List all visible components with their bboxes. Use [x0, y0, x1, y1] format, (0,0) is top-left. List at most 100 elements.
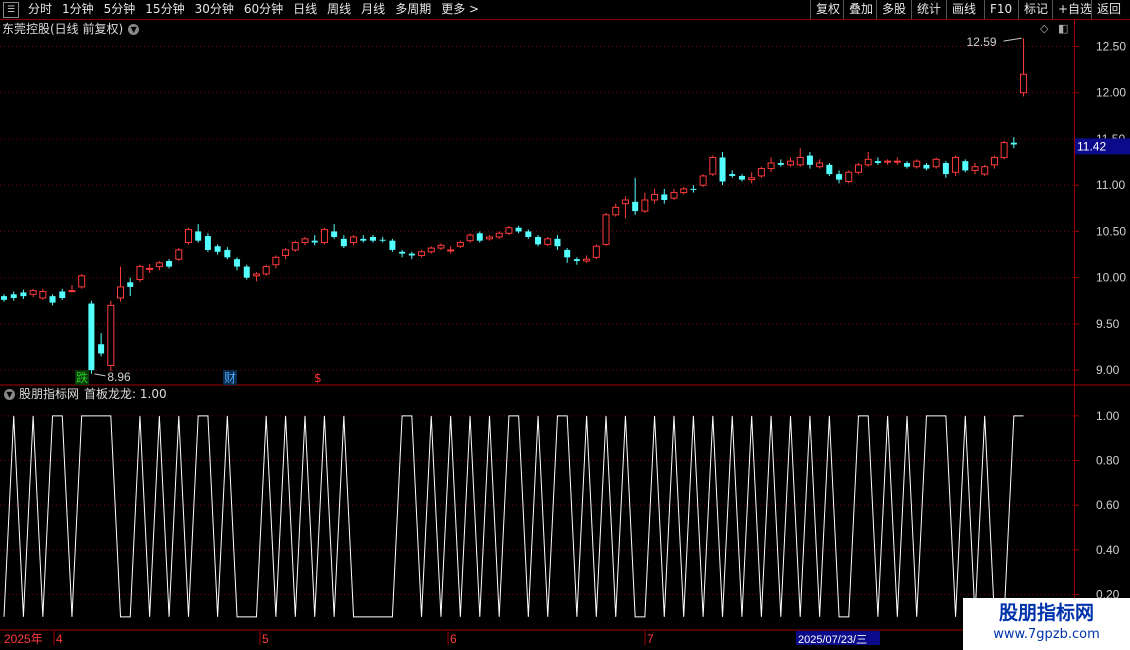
price-tick-label: 12.50 [1096, 39, 1126, 53]
watermark: 股朋指标网 www.7gpzb.com [963, 598, 1130, 650]
candle-body-down [806, 155, 813, 165]
date-cursor-label: 2025/07/23/三 [798, 634, 867, 646]
candle-body-down [360, 238, 367, 241]
candle-body-up [282, 249, 290, 256]
candle-body-up [252, 273, 260, 277]
candle-body-up [709, 156, 717, 175]
candle-body-up [612, 206, 620, 216]
candle-body-down [59, 291, 66, 299]
candle-body-up [301, 238, 309, 244]
candle-body-down [224, 249, 231, 258]
candle-body-up [78, 275, 86, 288]
candle-body-up [117, 286, 125, 299]
candle-body-up [583, 258, 591, 262]
candle-body-up [952, 156, 960, 173]
candle-body-down [525, 231, 532, 237]
candle-body-down [340, 238, 347, 247]
candle-body-up [175, 249, 183, 260]
candle-body-up [602, 214, 610, 245]
candle-body-up [990, 156, 998, 166]
candle-body-up [757, 168, 765, 177]
month-label: 4 [56, 632, 63, 646]
candle-body-up [39, 291, 47, 299]
candle-body-up [107, 304, 115, 367]
diamond-icon[interactable]: ◇ [1040, 22, 1048, 35]
max-arrow [1003, 37, 1022, 42]
candle-body-up [787, 160, 795, 166]
kline-chart: 9.009.5010.0010.5011.0011.5012.0012.500.… [0, 35, 1130, 646]
min-arrow [94, 373, 106, 377]
candle-body-down [369, 236, 376, 241]
candle-body-up [592, 245, 600, 258]
candle-body-up [418, 251, 426, 256]
candle-body-down [962, 161, 969, 171]
candle-body-up [680, 188, 688, 194]
candle-body-up [767, 162, 775, 170]
candle-body-down [826, 164, 833, 175]
price-tick-label: 9.50 [1096, 317, 1120, 331]
chart-tools: ◇ ◧ [1040, 22, 1068, 35]
candle-body-up [913, 160, 921, 168]
candle-body-up [796, 156, 804, 166]
candle-body-down [573, 259, 580, 262]
month-label: 6 [450, 632, 457, 646]
month-label: 7 [647, 632, 654, 646]
candle-body-down [10, 294, 17, 299]
indicator-tick-label: 0.40 [1096, 543, 1120, 557]
price-tick-label: 11.00 [1096, 178, 1125, 192]
event-marker: 财 [224, 371, 236, 385]
candle-body-up [29, 290, 37, 295]
min-price-label: 8.96 [107, 370, 131, 384]
candle-body-up [437, 244, 445, 249]
candle-body-down [20, 292, 27, 297]
candle-body-down [777, 163, 784, 165]
stock-title-text: 东莞控股(日线 前复权) [2, 22, 124, 36]
candle-body-down [535, 236, 542, 245]
candle-body-down [1, 296, 7, 300]
candle-body-up [699, 175, 707, 186]
event-marker: $ [314, 371, 322, 385]
candle-body-down [311, 240, 318, 243]
candle-body-down [632, 201, 639, 212]
candle-body-down [49, 296, 56, 303]
candle-body-down [738, 175, 745, 180]
candle-body-down [234, 259, 241, 267]
candle-body-up [291, 242, 299, 251]
candle-body-up [495, 232, 503, 238]
chevron-down-icon[interactable]: ▼ [128, 23, 140, 35]
candle-body-up [456, 242, 464, 247]
month-label: 5 [262, 632, 269, 646]
price-tick-label: 10.00 [1096, 271, 1126, 285]
candle-body-down [379, 239, 386, 241]
candle-body-down [166, 261, 173, 267]
watermark-url: www.7gpzb.com [993, 627, 1100, 642]
panel-toggle-icon[interactable]: ◧ [1058, 22, 1068, 35]
candle-body-down [554, 238, 561, 247]
price-tick-label: 12.00 [1096, 86, 1126, 100]
candle-body-down [729, 174, 736, 176]
candle-body-down [942, 163, 949, 175]
candle-body-up [854, 164, 862, 173]
candle-body-down [904, 163, 911, 167]
candle-body-down [408, 253, 415, 256]
candle-body-up [544, 238, 552, 245]
candle-body-up [864, 158, 872, 166]
candle-body-up [262, 266, 270, 275]
candle-body-up [748, 177, 756, 181]
event-marker: 跌 [76, 370, 88, 385]
indicator-tick-label: 0.80 [1096, 454, 1120, 468]
indicator-tick-label: 1.00 [1096, 409, 1120, 423]
candle-body-down [874, 161, 881, 164]
candle-body-down [690, 188, 697, 190]
indicator-value: 首板龙龙: 1.00 [84, 387, 167, 401]
indicator-menu-icon[interactable]: ▼ [4, 389, 15, 400]
candle-body-down [515, 227, 522, 232]
candle-body-down [331, 231, 338, 237]
stock-title: 东莞控股(日线 前复权) ▼ [2, 21, 140, 37]
candle-body-down [564, 249, 571, 258]
candle-body-up [447, 249, 455, 252]
candle-body-up [893, 160, 901, 163]
candle-body-up [68, 290, 76, 293]
candle-body-down [661, 194, 668, 200]
candle-body-up [971, 166, 979, 171]
